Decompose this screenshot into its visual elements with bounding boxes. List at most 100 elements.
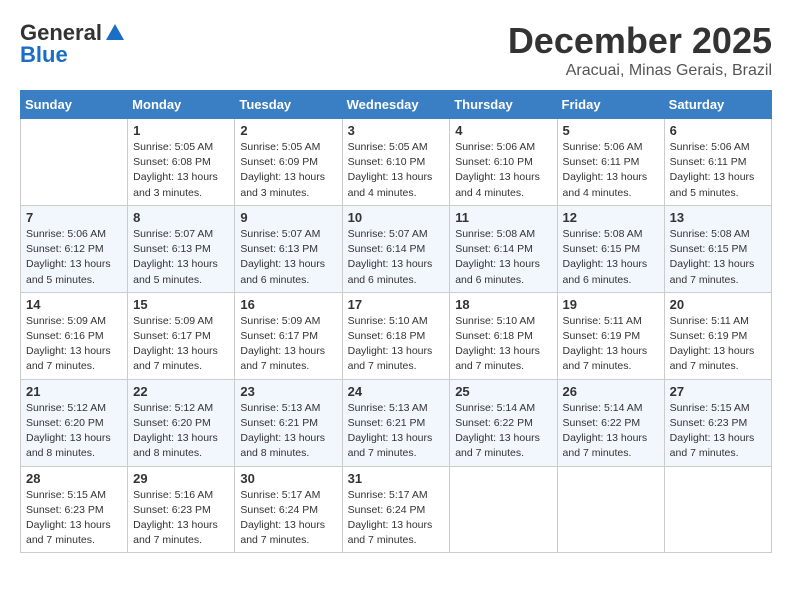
day-number: 3: [348, 123, 445, 138]
day-info: Sunrise: 5:11 AMSunset: 6:19 PMDaylight:…: [563, 314, 659, 375]
week-row-5: 28 Sunrise: 5:15 AMSunset: 6:23 PMDayligh…: [21, 466, 772, 553]
calendar-cell: 18 Sunrise: 5:10 AMSunset: 6:18 PMDayligh…: [450, 292, 557, 379]
day-number: 11: [455, 210, 551, 225]
weekday-header-row: SundayMondayTuesdayWednesdayThursdayFrid…: [21, 91, 772, 119]
day-number: 24: [348, 384, 445, 399]
day-info: Sunrise: 5:07 AMSunset: 6:13 PMDaylight:…: [240, 227, 336, 288]
logo: General Blue: [20, 20, 126, 68]
day-number: 29: [133, 471, 229, 486]
weekday-sunday: Sunday: [21, 91, 128, 119]
day-info: Sunrise: 5:16 AMSunset: 6:23 PMDaylight:…: [133, 488, 229, 549]
day-number: 8: [133, 210, 229, 225]
day-info: Sunrise: 5:15 AMSunset: 6:23 PMDaylight:…: [670, 401, 766, 462]
calendar-cell: 2Sunrise: 5:05 AMSunset: 6:09 PMDaylight…: [235, 119, 342, 206]
week-row-3: 14Sunrise: 5:09 AMSunset: 6:16 PMDayligh…: [21, 292, 772, 379]
calendar-cell: [450, 466, 557, 553]
day-info: Sunrise: 5:13 AMSunset: 6:21 PMDaylight:…: [348, 401, 445, 462]
day-number: 30: [240, 471, 336, 486]
day-info: Sunrise: 5:07 AMSunset: 6:14 PMDaylight:…: [348, 227, 445, 288]
calendar-cell: [664, 466, 771, 553]
calendar-cell: [21, 119, 128, 206]
calendar-cell: 31 Sunrise: 5:17 AMSunset: 6:24 PMDayligh…: [342, 466, 450, 553]
calendar-cell: 1Sunrise: 5:05 AMSunset: 6:08 PMDaylight…: [128, 119, 235, 206]
weekday-tuesday: Tuesday: [235, 91, 342, 119]
weekday-saturday: Saturday: [664, 91, 771, 119]
location-title: Aracuai, Minas Gerais, Brazil: [508, 62, 772, 80]
day-number: 13: [670, 210, 766, 225]
calendar-cell: 10 Sunrise: 5:07 AMSunset: 6:14 PMDayligh…: [342, 205, 450, 292]
calendar-body: 1Sunrise: 5:05 AMSunset: 6:08 PMDaylight…: [21, 119, 772, 553]
calendar-cell: 30Sunrise: 5:17 AMSunset: 6:24 PMDayligh…: [235, 466, 342, 553]
calendar-cell: 21 Sunrise: 5:12 AMSunset: 6:20 PMDayligh…: [21, 379, 128, 466]
day-info: Sunrise: 5:09 AMSunset: 6:16 PMDaylight:…: [26, 314, 122, 375]
day-number: 27: [670, 384, 766, 399]
month-title: December 2025: [508, 20, 772, 62]
day-info: Sunrise: 5:06 AMSunset: 6:11 PMDaylight:…: [563, 140, 659, 201]
day-info: Sunrise: 5:08 AMSunset: 6:14 PMDaylight:…: [455, 227, 551, 288]
day-number: 21: [26, 384, 122, 399]
calendar-cell: 6 Sunrise: 5:06 AMSunset: 6:11 PMDaylight…: [664, 119, 771, 206]
calendar-cell: 13Sunrise: 5:08 AMSunset: 6:15 PMDayligh…: [664, 205, 771, 292]
day-info: Sunrise: 5:05 AMSunset: 6:09 PMDaylight:…: [240, 140, 336, 201]
calendar-cell: 7 Sunrise: 5:06 AMSunset: 6:12 PMDaylight…: [21, 205, 128, 292]
calendar-table: SundayMondayTuesdayWednesdayThursdayFrid…: [20, 90, 772, 553]
day-info: Sunrise: 5:08 AMSunset: 6:15 PMDaylight:…: [563, 227, 659, 288]
day-number: 15: [133, 297, 229, 312]
day-number: 9: [240, 210, 336, 225]
day-info: Sunrise: 5:13 AMSunset: 6:21 PMDaylight:…: [240, 401, 336, 462]
day-info: Sunrise: 5:14 AMSunset: 6:22 PMDaylight:…: [563, 401, 659, 462]
calendar-cell: 17Sunrise: 5:10 AMSunset: 6:18 PMDayligh…: [342, 292, 450, 379]
day-number: 23: [240, 384, 336, 399]
calendar-cell: 29 Sunrise: 5:16 AMSunset: 6:23 PMDayligh…: [128, 466, 235, 553]
day-number: 6: [670, 123, 766, 138]
day-info: Sunrise: 5:09 AMSunset: 6:17 PMDaylight:…: [240, 314, 336, 375]
day-info: Sunrise: 5:10 AMSunset: 6:18 PMDaylight:…: [348, 314, 445, 375]
day-info: Sunrise: 5:06 AMSunset: 6:11 PMDaylight:…: [670, 140, 766, 201]
day-number: 26: [563, 384, 659, 399]
calendar-cell: 25 Sunrise: 5:14 AMSunset: 6:22 PMDayligh…: [450, 379, 557, 466]
week-row-4: 21 Sunrise: 5:12 AMSunset: 6:20 PMDayligh…: [21, 379, 772, 466]
day-number: 10: [348, 210, 445, 225]
calendar-cell: 23 Sunrise: 5:13 AMSunset: 6:21 PMDayligh…: [235, 379, 342, 466]
day-info: Sunrise: 5:06 AMSunset: 6:10 PMDaylight:…: [455, 140, 551, 201]
day-number: 5: [563, 123, 659, 138]
day-info: Sunrise: 5:06 AMSunset: 6:12 PMDaylight:…: [26, 227, 122, 288]
calendar-cell: 11 Sunrise: 5:08 AMSunset: 6:14 PMDayligh…: [450, 205, 557, 292]
day-info: Sunrise: 5:15 AMSunset: 6:23 PMDaylight:…: [26, 488, 122, 549]
day-number: 12: [563, 210, 659, 225]
logo-icon: [104, 22, 126, 44]
day-info: Sunrise: 5:05 AMSunset: 6:10 PMDaylight:…: [348, 140, 445, 201]
calendar-cell: 16 Sunrise: 5:09 AMSunset: 6:17 PMDayligh…: [235, 292, 342, 379]
calendar-cell: 14Sunrise: 5:09 AMSunset: 6:16 PMDayligh…: [21, 292, 128, 379]
calendar-cell: 3 Sunrise: 5:05 AMSunset: 6:10 PMDaylight…: [342, 119, 450, 206]
day-number: 16: [240, 297, 336, 312]
day-info: Sunrise: 5:14 AMSunset: 6:22 PMDaylight:…: [455, 401, 551, 462]
day-info: Sunrise: 5:07 AMSunset: 6:13 PMDaylight:…: [133, 227, 229, 288]
day-number: 31: [348, 471, 445, 486]
weekday-thursday: Thursday: [450, 91, 557, 119]
title-area: December 2025 Aracuai, Minas Gerais, Bra…: [508, 20, 772, 80]
day-number: 7: [26, 210, 122, 225]
day-number: 18: [455, 297, 551, 312]
calendar-cell: 26 Sunrise: 5:14 AMSunset: 6:22 PMDayligh…: [557, 379, 664, 466]
day-info: Sunrise: 5:09 AMSunset: 6:17 PMDaylight:…: [133, 314, 229, 375]
weekday-wednesday: Wednesday: [342, 91, 450, 119]
calendar-cell: 5 Sunrise: 5:06 AMSunset: 6:11 PMDaylight…: [557, 119, 664, 206]
calendar-cell: 28 Sunrise: 5:15 AMSunset: 6:23 PMDayligh…: [21, 466, 128, 553]
day-number: 20: [670, 297, 766, 312]
day-info: Sunrise: 5:17 AMSunset: 6:24 PMDaylight:…: [348, 488, 445, 549]
calendar-cell: [557, 466, 664, 553]
calendar-cell: 8 Sunrise: 5:07 AMSunset: 6:13 PMDaylight…: [128, 205, 235, 292]
day-number: 4: [455, 123, 551, 138]
day-info: Sunrise: 5:12 AMSunset: 6:20 PMDaylight:…: [26, 401, 122, 462]
calendar-cell: 12 Sunrise: 5:08 AMSunset: 6:15 PMDayligh…: [557, 205, 664, 292]
calendar-cell: 4 Sunrise: 5:06 AMSunset: 6:10 PMDaylight…: [450, 119, 557, 206]
logo-blue: Blue: [20, 42, 68, 68]
calendar-cell: 20Sunrise: 5:11 AMSunset: 6:19 PMDayligh…: [664, 292, 771, 379]
day-number: 25: [455, 384, 551, 399]
calendar-cell: 22Sunrise: 5:12 AMSunset: 6:20 PMDayligh…: [128, 379, 235, 466]
calendar-cell: 24 Sunrise: 5:13 AMSunset: 6:21 PMDayligh…: [342, 379, 450, 466]
day-info: Sunrise: 5:10 AMSunset: 6:18 PMDaylight:…: [455, 314, 551, 375]
day-number: 19: [563, 297, 659, 312]
day-number: 28: [26, 471, 122, 486]
